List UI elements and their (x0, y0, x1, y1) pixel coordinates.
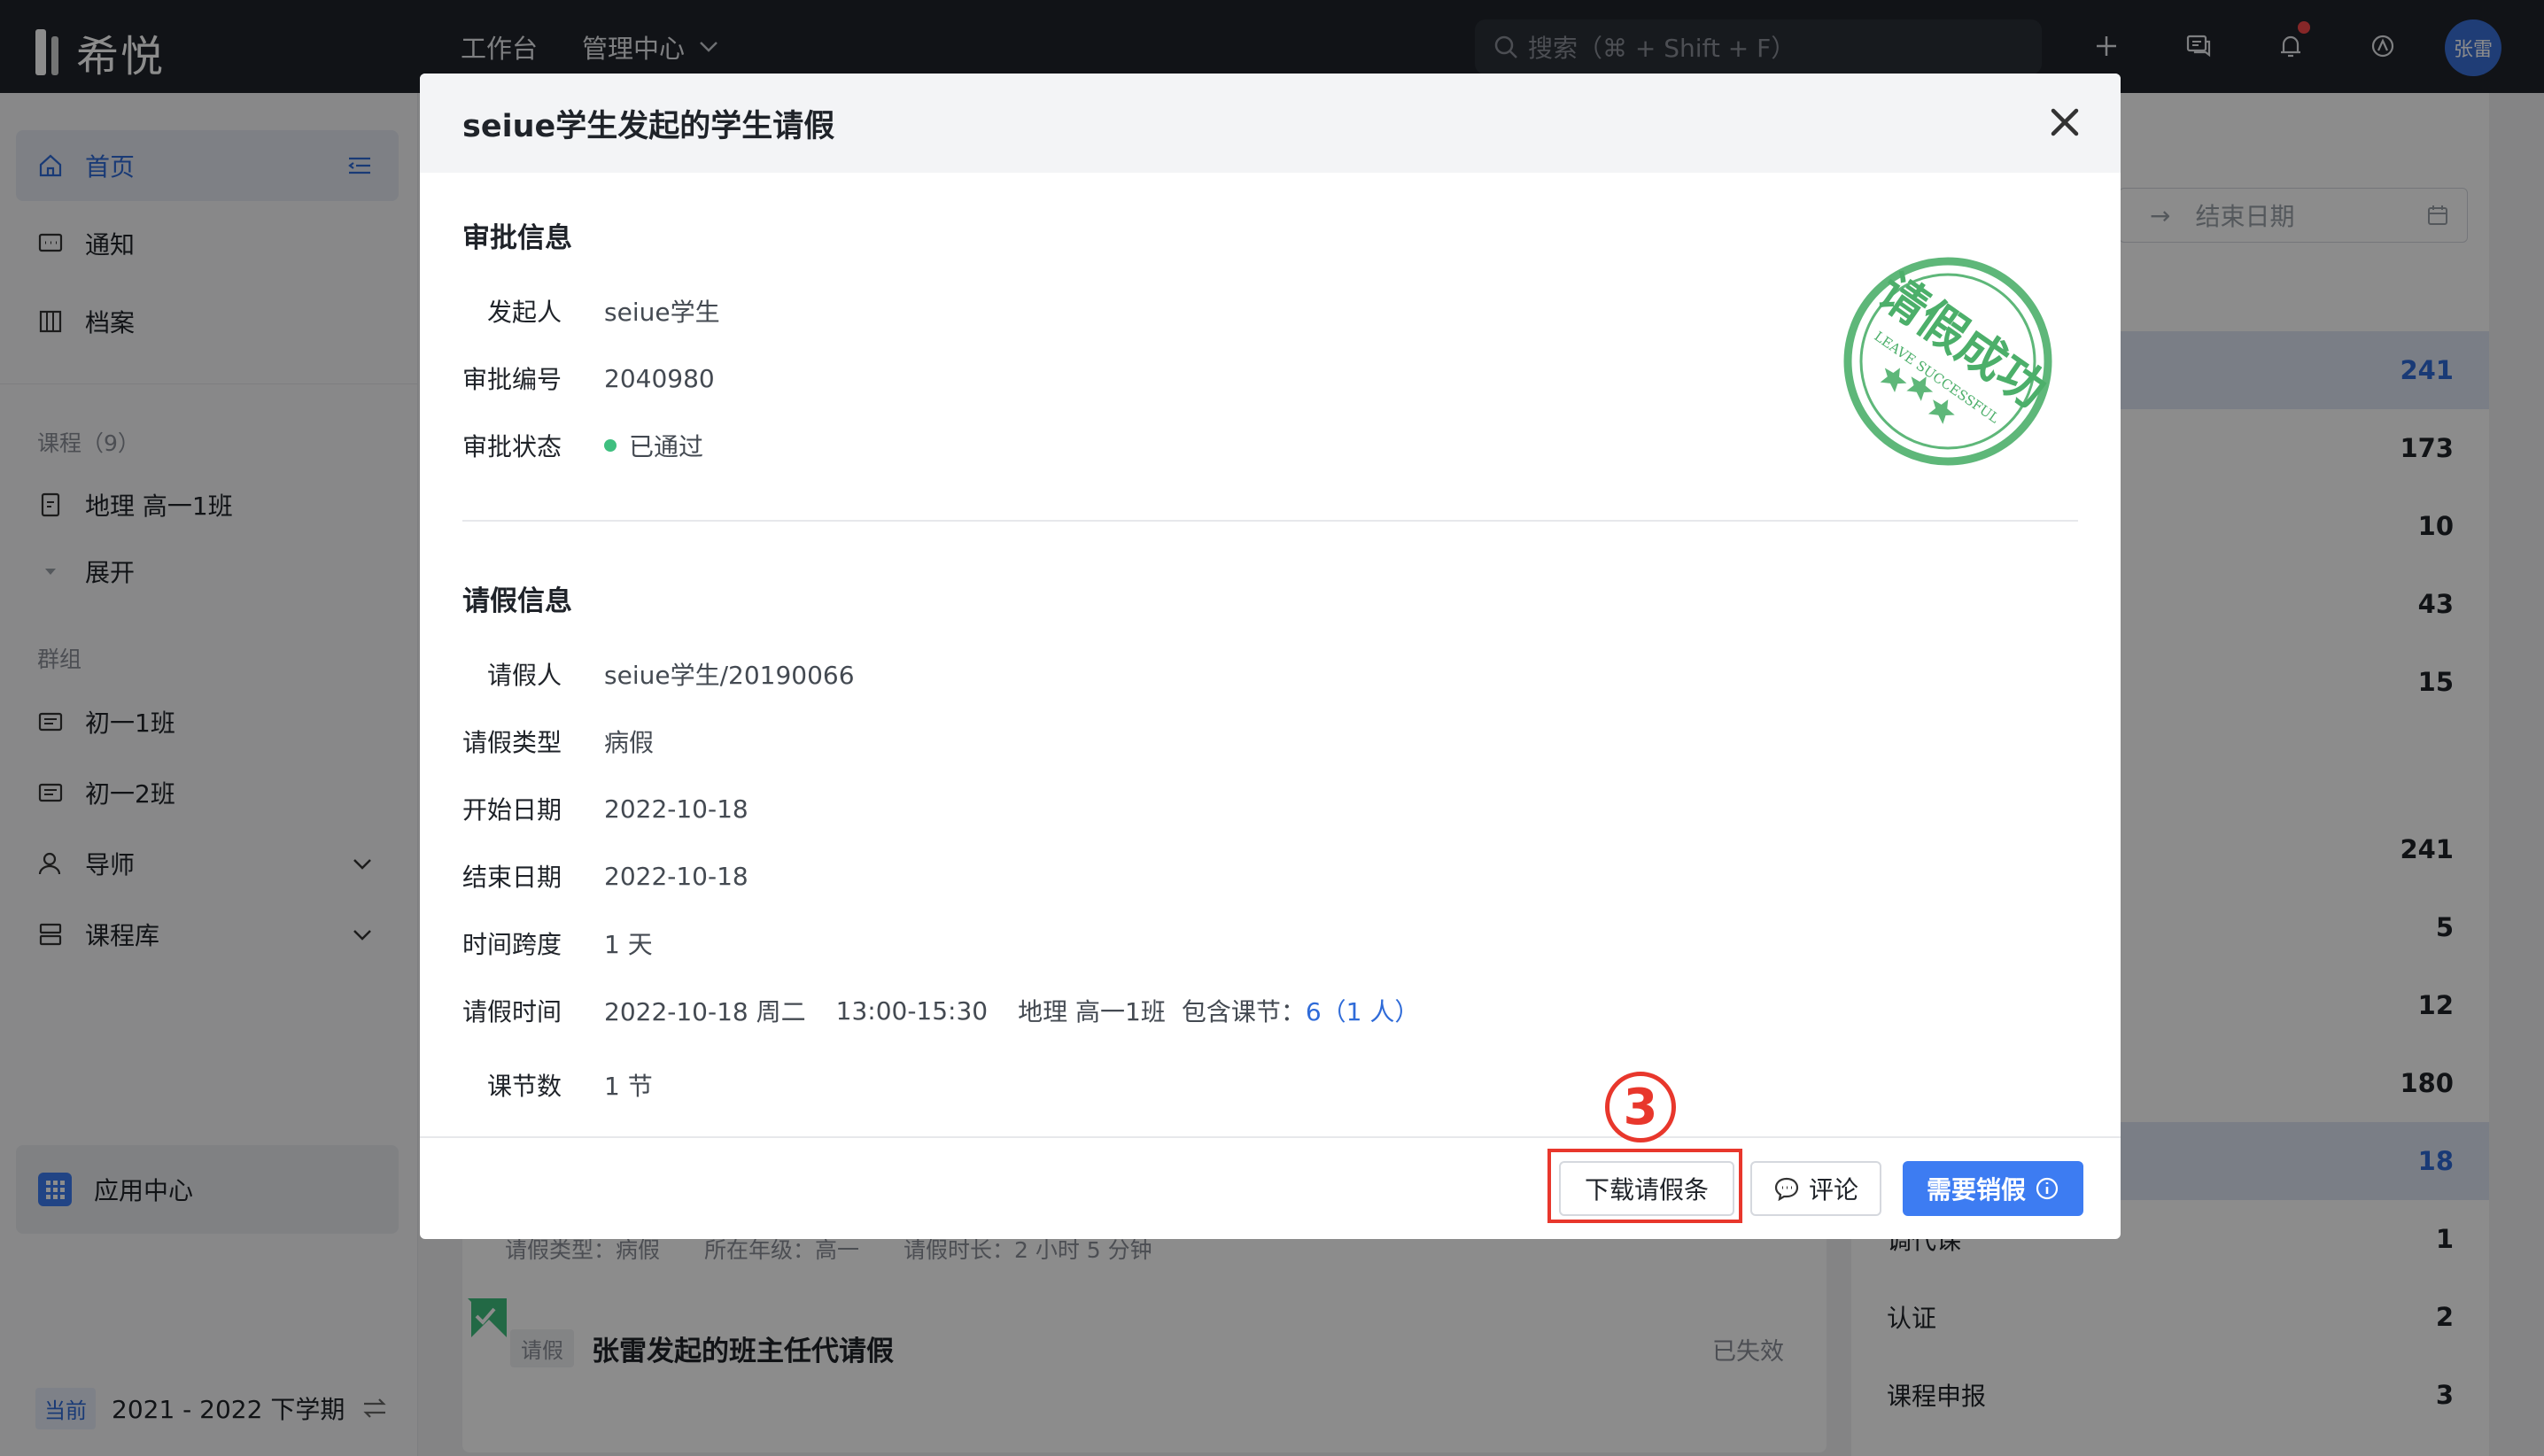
cancel-leave-label: 需要销假 (1926, 1175, 2026, 1204)
approval-number-row: 审批编号 2040980 (462, 360, 715, 396)
leave-time-row: 请假时间 2022-10-18 周二 13:00-15:30 地理 高一1班 包… (462, 993, 1419, 1028)
step-marker: 3 (1605, 1072, 1676, 1142)
initiator-row: 发起人 seiue学生 (462, 293, 720, 329)
leave-time-value: 2022-10-18 周二 13:00-15:30 地理 高一1班 包含课节：6… (604, 993, 1419, 1028)
time-span-row: 时间跨度 1 天 (462, 925, 653, 961)
leave-type-row: 请假类型 病假 (462, 724, 654, 759)
start-date-value: 2022-10-18 (604, 794, 748, 824)
approval-number-label: 审批编号 (462, 365, 562, 394)
info-icon (2036, 1177, 2059, 1200)
modal-footer: 下载请假条 评论 需要销假 (420, 1136, 2121, 1239)
status-text: 已通过 (629, 432, 704, 461)
highlight-box (1547, 1149, 1742, 1223)
leave-lessons-label: 包含课节： (1181, 997, 1306, 1026)
leave-type-label: 请假类型 (462, 728, 562, 757)
status-dot (604, 439, 617, 452)
leave-person-label: 请假人 (486, 661, 562, 690)
cancel-leave-button[interactable]: 需要销假 (1903, 1161, 2083, 1216)
leave-lessons: 包含课节：6（1 人） (1182, 993, 1420, 1028)
start-date-row: 开始日期 2022-10-18 (462, 791, 748, 826)
end-date-row: 结束日期 2022-10-18 (462, 858, 748, 894)
leave-person-row: 请假人 seiue学生/20190066 (462, 656, 855, 692)
leave-type-value: 病假 (604, 728, 655, 757)
section-divider (462, 520, 2078, 522)
comment-button-label: 评论 (1808, 1175, 1858, 1204)
close-icon[interactable] (2044, 102, 2085, 143)
modal-title: seiue学生发起的学生请假 (462, 108, 835, 144)
modal-header: seiue学生发起的学生请假 (420, 74, 2121, 173)
lesson-count-row: 课节数 1 节 (462, 1067, 653, 1103)
leave-time-course: 地理 高一1班 (1018, 997, 1166, 1026)
time-span-label: 时间跨度 (462, 930, 562, 959)
approval-status-value: 已通过 (604, 428, 703, 463)
comment-icon (1774, 1177, 1799, 1201)
lesson-count-value: 1 节 (604, 1072, 653, 1101)
time-span-value: 1 天 (604, 930, 653, 959)
leave-success-stamp: 请假成功 LEAVE SUCCESSFUL (1843, 257, 2057, 466)
comment-button[interactable]: 评论 (1750, 1161, 1881, 1216)
leave-lessons-link[interactable]: 6（1 人） (1306, 997, 1420, 1026)
end-date-value: 2022-10-18 (604, 861, 748, 891)
approval-status-row: 审批状态 已通过 (462, 428, 703, 463)
leave-section-title: 请假信息 (462, 585, 572, 617)
approval-number-value: 2040980 (604, 363, 715, 393)
leave-person-link[interactable]: seiue学生/20190066 (604, 656, 855, 692)
initiator-value: seiue学生 (604, 298, 720, 327)
approval-status-label: 审批状态 (462, 432, 562, 461)
leave-time-date: 2022-10-18 周二 (604, 997, 806, 1026)
leave-detail-modal: seiue学生发起的学生请假 审批信息 发起人 seiue学生 审批编号 204… (420, 74, 2121, 1239)
initiator-label: 发起人 (486, 298, 562, 327)
lesson-count-label: 课节数 (486, 1072, 562, 1101)
end-date-label: 结束日期 (462, 863, 562, 892)
leave-time-label: 请假时间 (462, 997, 562, 1026)
leave-time-range: 13:00-15:30 (835, 995, 989, 1026)
start-date-label: 开始日期 (462, 795, 562, 825)
approval-section-title: 审批信息 (462, 222, 572, 254)
